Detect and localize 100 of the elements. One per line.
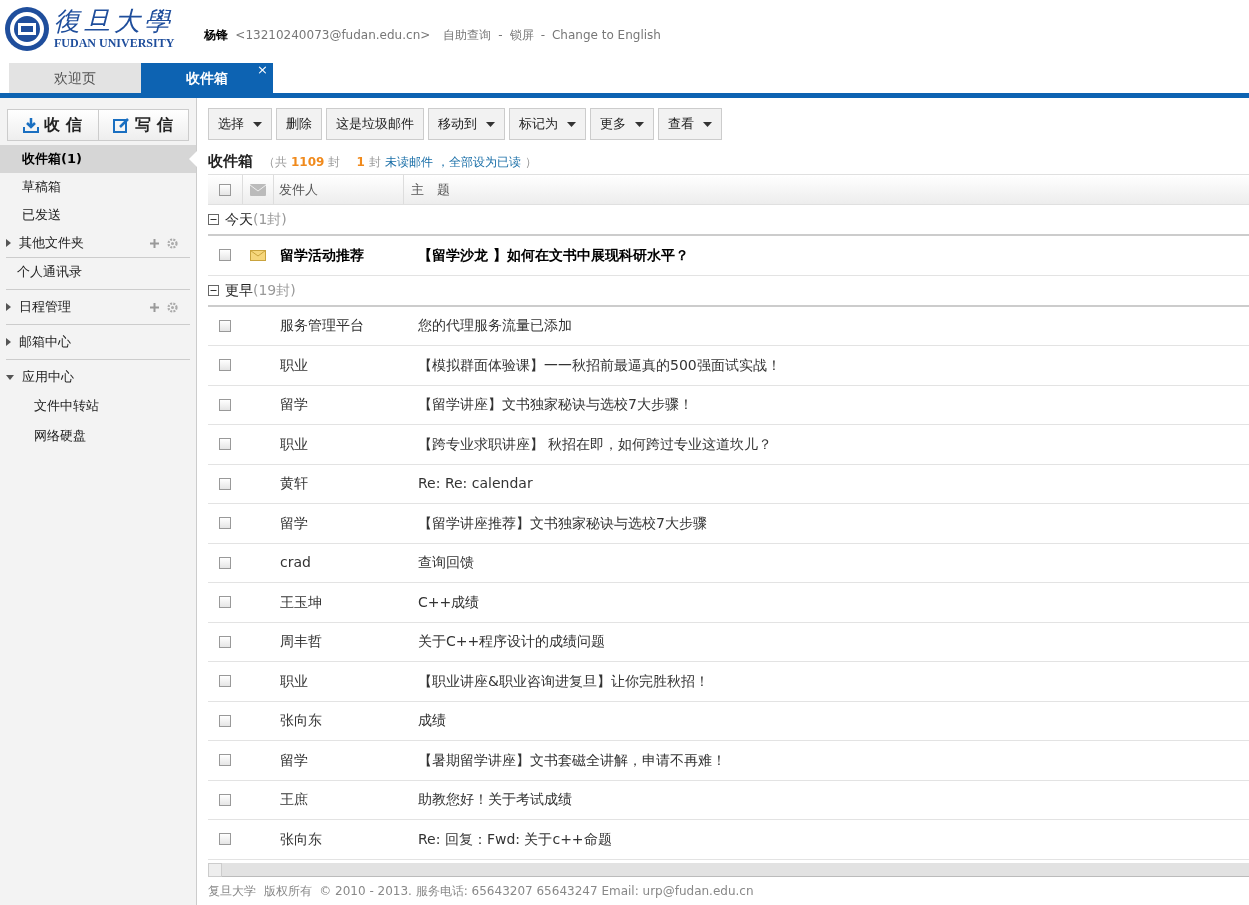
unread-link[interactable]: 未读邮件 bbox=[384, 153, 433, 171]
settings-icon bbox=[167, 237, 178, 249]
sidebar-section[interactable]: 邮箱中心 bbox=[19, 332, 178, 352]
sender-cell[interactable]: 留学 bbox=[274, 512, 418, 534]
sender-cell[interactable]: 职业 bbox=[274, 670, 418, 692]
sidebar-subitem[interactable]: 文件中转站 bbox=[0, 391, 196, 421]
subject-cell[interactable]: 【暑期留学讲座】文书套磁全讲解，申请不再难！ bbox=[418, 749, 726, 771]
checkbox[interactable] bbox=[219, 319, 231, 332]
contacts-link[interactable]: 个人通讯录 bbox=[0, 258, 196, 286]
logo-title: 復旦大學 bbox=[54, 6, 175, 36]
add-icon bbox=[150, 238, 159, 248]
caret-icon bbox=[253, 121, 262, 127]
column-header[interactable]: 发件人 bbox=[274, 175, 404, 204]
folder-title: 收件箱 bbox=[208, 151, 253, 172]
subject-cell[interactable]: 成绩 bbox=[418, 710, 446, 732]
toolbar-button[interactable]: 更多 bbox=[590, 108, 654, 140]
summary-text: （共 bbox=[263, 154, 287, 171]
sender-cell[interactable]: 留学 bbox=[274, 749, 418, 771]
checkbox[interactable] bbox=[219, 477, 231, 490]
tab[interactable]: 收件箱 × bbox=[141, 63, 273, 93]
sender-cell[interactable]: 职业 bbox=[274, 433, 418, 455]
checkbox[interactable] bbox=[219, 833, 231, 846]
subject-cell[interactable]: 助教您好！关于考试成绩 bbox=[418, 789, 572, 811]
checkbox[interactable] bbox=[219, 398, 231, 411]
caret-icon bbox=[486, 121, 495, 127]
subject-cell[interactable]: 【模拟群面体验课】一一秋招前最逼真的500强面试实战！ bbox=[418, 354, 781, 376]
toolbar-button[interactable]: 这是垃圾邮件 bbox=[326, 108, 424, 140]
write-button[interactable]: 写 信 bbox=[97, 110, 188, 140]
subject-cell[interactable]: 【跨专业求职讲座】 秋招在即，如何跨过专业这道坎儿？ bbox=[418, 433, 773, 455]
header-link[interactable]: 自助查询 bbox=[443, 26, 492, 44]
checkbox[interactable] bbox=[219, 249, 231, 262]
checkbox[interactable] bbox=[219, 635, 231, 648]
user-email: <13210240073@fudan.edu.cn> bbox=[235, 27, 431, 44]
sender-cell[interactable]: 职业 bbox=[274, 354, 418, 376]
subject-cell[interactable]: C++成绩 bbox=[418, 591, 480, 613]
unread-envelope-icon bbox=[250, 249, 266, 261]
group-label: 更早 bbox=[225, 280, 253, 300]
sender-cell[interactable]: 服务管理平台 bbox=[274, 315, 418, 337]
group-count: (19封) bbox=[253, 280, 296, 300]
group-label: 今天 bbox=[225, 210, 253, 229]
folder-item[interactable]: 收件箱(1) bbox=[0, 145, 196, 173]
add-icon bbox=[150, 302, 159, 312]
subject-cell[interactable]: 查询回馈 bbox=[418, 552, 474, 574]
checkbox[interactable] bbox=[219, 438, 231, 451]
subject-cell[interactable]: Re: 回复：Fwd: 关于c++命题 bbox=[418, 828, 612, 850]
sidebar-subitem[interactable]: 网络硬盘 bbox=[0, 421, 196, 451]
header-link[interactable]: 锁屏 bbox=[509, 26, 534, 44]
subject-cell[interactable]: 【留学讲座】文书独家秘诀与选校7大步骤！ bbox=[418, 394, 693, 416]
checkbox[interactable] bbox=[219, 714, 231, 727]
sender-cell[interactable]: 留学活动推荐 bbox=[274, 244, 418, 266]
sender-cell[interactable]: 张向东 bbox=[274, 710, 418, 732]
seal-icon bbox=[4, 6, 50, 52]
checkbox[interactable] bbox=[219, 359, 231, 372]
close-tab-button[interactable]: × bbox=[257, 63, 268, 77]
checkbox[interactable] bbox=[219, 556, 231, 569]
sender-cell[interactable]: crad bbox=[274, 552, 418, 574]
checkbox[interactable] bbox=[219, 596, 231, 609]
sender-cell[interactable]: 周丰哲 bbox=[274, 631, 418, 653]
toolbar-button[interactable]: 查看 bbox=[658, 108, 722, 140]
subject-cell[interactable]: 【留学沙龙 】如何在文书中展现科研水平？ bbox=[418, 244, 689, 266]
subject-cell[interactable]: 【留学讲座推荐】文书独家秘诀与选校7大步骤 bbox=[418, 512, 707, 534]
settings-icon bbox=[167, 301, 178, 313]
checkbox[interactable] bbox=[219, 754, 231, 767]
envelope-icon bbox=[250, 183, 266, 196]
download-icon bbox=[23, 117, 40, 133]
toolbar-button[interactable]: 删除 bbox=[276, 108, 322, 140]
horizontal-scrollbar[interactable] bbox=[208, 863, 1249, 877]
sidebar-section[interactable]: 其他文件夹 bbox=[19, 233, 142, 253]
subject-cell[interactable]: 关于C++程序设计的成绩问题 bbox=[418, 631, 606, 653]
subject-cell[interactable]: 您的代理服务流量已添加 bbox=[418, 315, 572, 337]
collapse-icon[interactable] bbox=[208, 214, 219, 225]
caret-icon bbox=[703, 121, 712, 127]
mark-all-read-link[interactable]: ，全部设为已读 bbox=[436, 153, 521, 171]
tab[interactable]: 欢迎页 bbox=[9, 63, 141, 93]
sender-cell[interactable]: 黄轩 bbox=[274, 473, 418, 495]
sidebar-section[interactable]: 应用中心 bbox=[22, 367, 178, 387]
summary-text: ） bbox=[524, 154, 537, 171]
subject-cell[interactable]: Re: Re: calendar bbox=[418, 473, 533, 495]
toolbar-button[interactable]: 选择 bbox=[208, 108, 272, 140]
sender-cell[interactable]: 王玉坤 bbox=[274, 591, 418, 613]
sender-cell[interactable]: 留学 bbox=[274, 394, 418, 416]
summary-text: 封 bbox=[328, 154, 341, 171]
column-header[interactable]: 主 题 bbox=[404, 179, 450, 200]
header-link[interactable]: Change to English bbox=[552, 26, 661, 44]
collapse-icon[interactable] bbox=[208, 284, 219, 296]
checkbox[interactable] bbox=[219, 675, 231, 688]
checkbox[interactable] bbox=[219, 793, 231, 806]
folder-item[interactable]: 草稿箱 bbox=[0, 173, 196, 201]
caret-icon bbox=[567, 121, 576, 127]
unread-count: 1 bbox=[356, 154, 365, 171]
sender-cell[interactable]: 王庶 bbox=[274, 789, 418, 811]
toolbar-button[interactable]: 移动到 bbox=[428, 108, 505, 140]
sidebar-section[interactable]: 日程管理 bbox=[19, 297, 142, 317]
footer-text: 复旦大学 版权所有 © 2010 - 2013. 服务电话: 65643207 65643247 Email: urp@fudan.edu.cn bbox=[208, 883, 755, 900]
checkbox[interactable] bbox=[219, 183, 231, 196]
sender-cell[interactable]: 张向东 bbox=[274, 828, 418, 850]
folder-item[interactable]: 已发送 bbox=[0, 201, 196, 229]
subject-cell[interactable]: 【职业讲座&职业咨询进复旦】让你完胜秋招！ bbox=[418, 670, 709, 692]
checkbox[interactable] bbox=[219, 517, 231, 530]
toolbar-button[interactable]: 标记为 bbox=[509, 108, 586, 140]
